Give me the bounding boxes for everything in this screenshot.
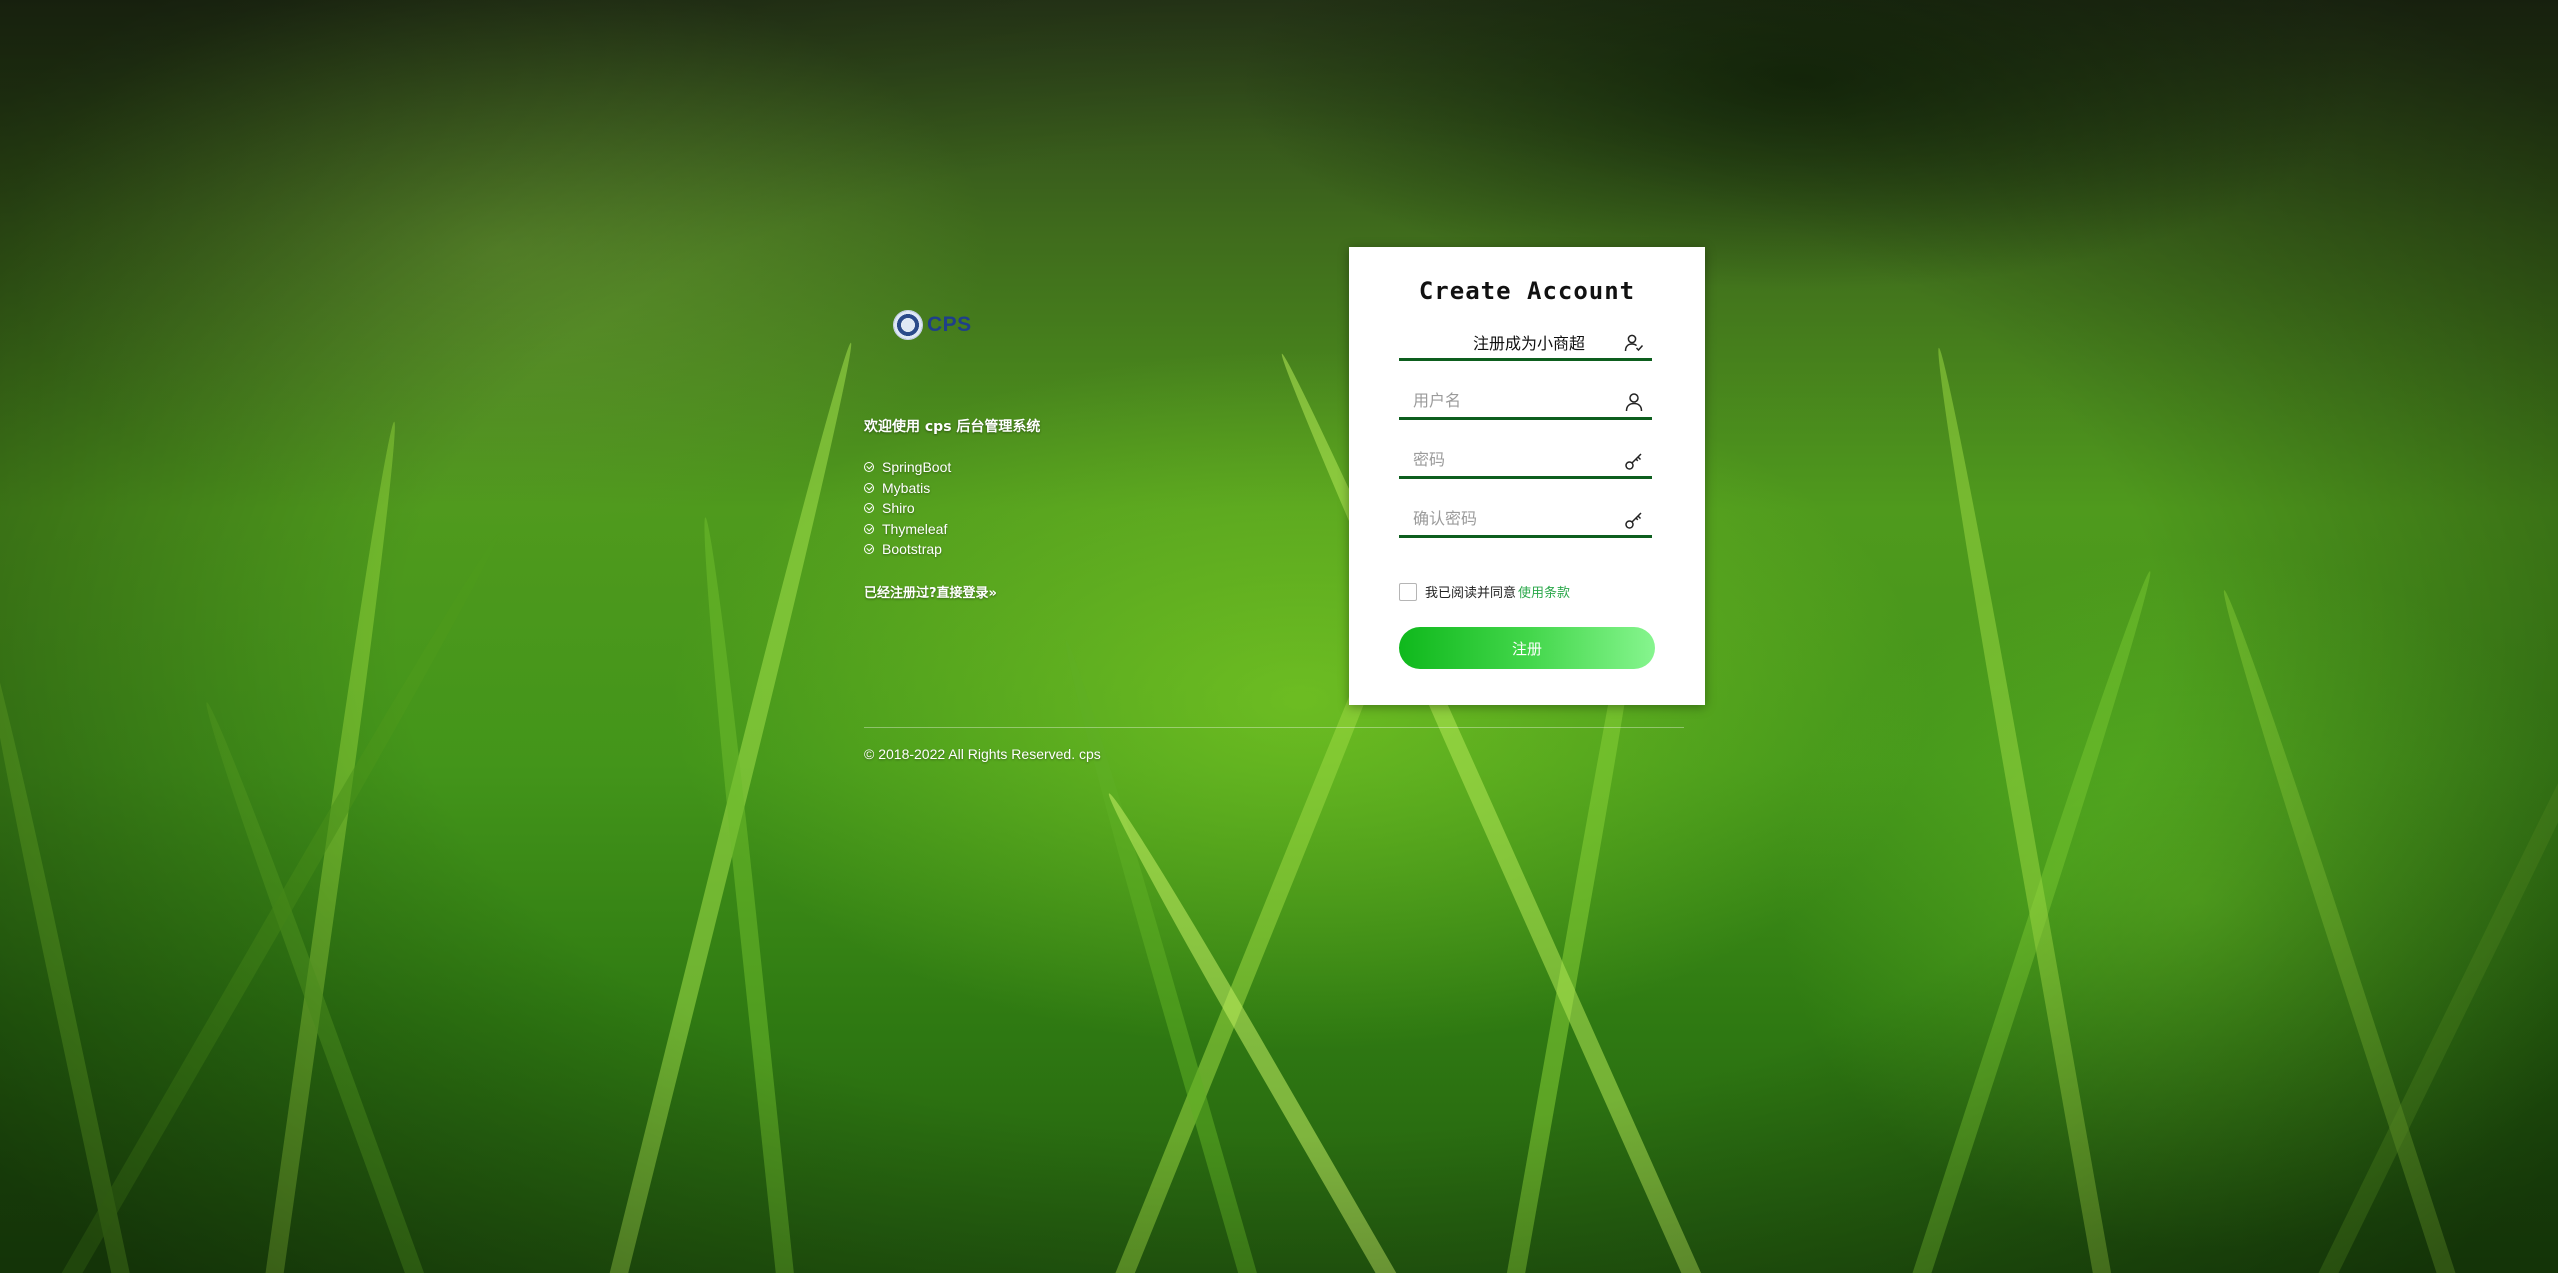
brand-name: CPS — [927, 313, 972, 336]
key-icon — [1625, 453, 1642, 470]
feature-item: Mybatis — [864, 478, 951, 499]
grass-background — [0, 0, 2558, 1273]
check-circle-icon — [864, 482, 874, 493]
feature-item: Shiro — [864, 498, 951, 519]
registered-prefix: 已经注册过? — [864, 586, 937, 601]
form-title: Create Account — [1418, 277, 1636, 305]
confirm-password-input[interactable] — [1399, 509, 1613, 528]
check-circle-icon — [864, 544, 874, 555]
account-type-value: 注册成为小商超 — [1472, 333, 1585, 353]
user-check-icon — [1624, 334, 1644, 352]
agree-text: 我已阅读并同意 — [1425, 586, 1517, 601]
welcome-heading: 欢迎使用 cps 后台管理系统 — [864, 419, 1041, 435]
feature-label: Mybatis — [882, 479, 931, 496]
agree-checkbox[interactable] — [1399, 582, 1417, 601]
feature-item: Bootstrap — [864, 539, 951, 560]
feature-label: Thymeleaf — [882, 520, 948, 537]
footer-divider — [864, 727, 1684, 728]
check-circle-icon — [864, 503, 874, 514]
check-circle-icon — [864, 523, 874, 534]
cps-logo-icon — [893, 310, 923, 340]
password-input[interactable] — [1399, 450, 1613, 469]
confirm-password-field[interactable] — [1399, 502, 1652, 538]
feature-item: SpringBoot — [864, 457, 951, 478]
feature-list: SpringBoot Mybatis Shiro Thymeleaf Boots… — [864, 457, 951, 560]
register-button[interactable]: 注册 — [1399, 627, 1655, 669]
feature-item: Thymeleaf — [864, 519, 951, 540]
login-link[interactable]: 直接登录» — [937, 586, 997, 601]
terms-agreement: 我已阅读并同意 使用条款 — [1399, 582, 1570, 601]
brand-logo: CPS — [893, 310, 972, 340]
username-input[interactable] — [1399, 391, 1613, 410]
feature-label: SpringBoot — [882, 459, 952, 476]
already-registered-text: 已经注册过?直接登录» — [864, 582, 997, 601]
feature-label: Bootstrap — [882, 541, 942, 558]
username-field[interactable] — [1399, 384, 1652, 420]
copyright-text: © 2018-2022 All Rights Reserved. cps — [864, 746, 1101, 762]
key-icon — [1625, 512, 1642, 529]
feature-label: Shiro — [882, 500, 915, 517]
register-form: Create Account 注册成为小商超 我已阅读并同意 使用 — [1349, 247, 1705, 705]
user-icon — [1625, 393, 1643, 412]
account-type-select[interactable]: 注册成为小商超 — [1399, 325, 1652, 361]
terms-link[interactable]: 使用条款 — [1518, 582, 1570, 601]
password-field[interactable] — [1399, 443, 1652, 479]
check-circle-icon — [864, 462, 874, 473]
